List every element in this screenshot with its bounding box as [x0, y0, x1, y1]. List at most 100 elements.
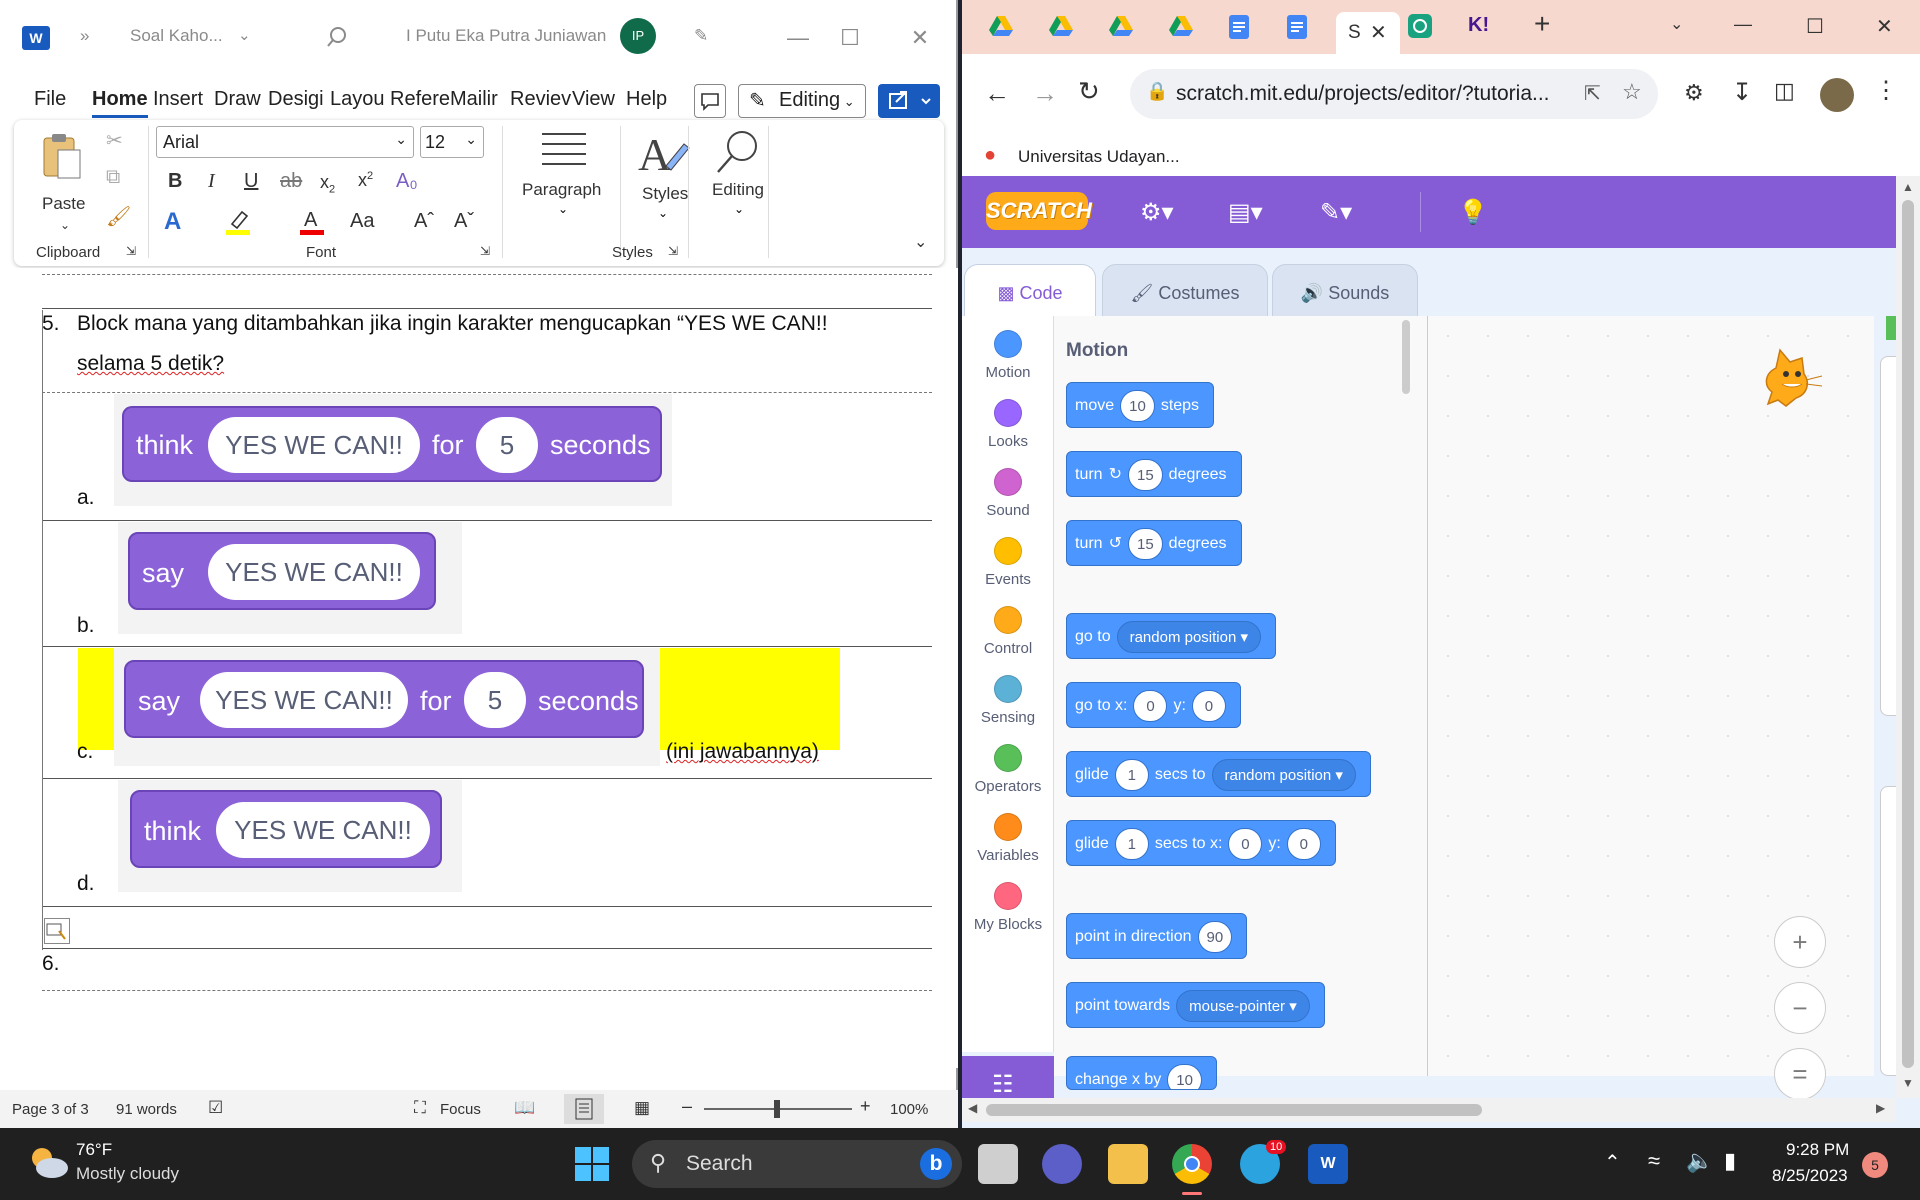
category-operators[interactable]: Operators — [962, 744, 1054, 795]
scrollbar-thumb[interactable] — [986, 1104, 1482, 1116]
font-size-dropdown[interactable]: 12 ⌄ — [420, 126, 484, 158]
weather-condition[interactable]: Mostly cloudy — [76, 1164, 179, 1184]
weather-cloud-icon[interactable] — [26, 1142, 70, 1182]
zoom-reset-button[interactable]: = — [1774, 1048, 1826, 1100]
menu-file[interactable]: File — [34, 88, 66, 111]
extensions-icon[interactable]: ⚙ — [1684, 80, 1704, 106]
direction-input[interactable]: 90 — [1197, 921, 1233, 953]
volume-icon[interactable]: 🔈 — [1686, 1148, 1713, 1174]
side-panel-icon[interactable]: ◫ — [1774, 78, 1795, 104]
scroll-up-icon[interactable]: ▲ — [1902, 180, 1914, 194]
bookmark-item[interactable]: Universitas Udayan... — [1018, 147, 1180, 167]
x-input[interactable]: 0 — [1133, 690, 1168, 722]
back-icon[interactable]: ← — [984, 78, 1010, 109]
menu-home[interactable]: Home — [92, 88, 148, 118]
notification-badge[interactable]: 5 — [1862, 1152, 1888, 1178]
focus-icon[interactable]: ⛶ — [414, 1098, 426, 1118]
category-sound[interactable]: Sound — [962, 468, 1054, 519]
vertical-scrollbar[interactable]: ▲ ▼ — [1896, 176, 1920, 1098]
menu-kebab-icon[interactable]: ⋮ — [1874, 76, 1898, 105]
change-case-icon[interactable]: Aa — [350, 210, 374, 233]
dialog-launcher-icon[interactable]: ⇲ — [480, 244, 490, 258]
menu-review[interactable]: Reviev — [510, 88, 571, 111]
designer-pen-icon[interactable]: ✎ — [694, 26, 708, 46]
more-commands-icon[interactable]: » — [80, 26, 89, 46]
format-painter-icon[interactable]: 🖌 — [106, 204, 131, 229]
close-tab-icon[interactable]: ✕ — [1370, 20, 1387, 45]
zoom-slider-thumb[interactable] — [774, 1100, 780, 1118]
highlight-icon[interactable] — [224, 206, 252, 236]
scroll-right-icon[interactable]: ▶ — [1876, 1101, 1885, 1115]
block-point-towards[interactable]: point towards mouse-pointer ▾ — [1066, 982, 1325, 1028]
close-button[interactable]: ✕ — [1876, 14, 1893, 46]
block-go-to[interactable]: go to random position ▾ — [1066, 613, 1277, 659]
word-count[interactable]: 91 words — [116, 1101, 177, 1118]
menu-layout[interactable]: Layou — [330, 88, 385, 111]
target-dropdown[interactable]: random position ▾ — [1116, 621, 1262, 653]
font-name-dropdown[interactable]: Arial ⌄ — [156, 126, 414, 158]
x-input[interactable]: 10 — [1167, 1064, 1202, 1089]
chrome-taskbar-icon[interactable] — [1172, 1144, 1212, 1184]
copy-icon[interactable]: ⧉ — [106, 166, 120, 189]
category-sensing[interactable]: Sensing — [962, 675, 1054, 726]
clock-time[interactable]: 9:28 PM — [1786, 1140, 1849, 1160]
menu-references[interactable]: Refere — [390, 88, 450, 111]
underline-icon[interactable]: U — [244, 170, 258, 193]
block-glide-to[interactable]: glide 1 secs to random position ▾ — [1066, 751, 1371, 797]
editing-mode-button[interactable]: ✎ Editing ⌄ — [738, 84, 866, 118]
scroll-down-icon[interactable]: ▼ — [1902, 1076, 1914, 1090]
font-color-icon[interactable]: A — [298, 206, 326, 236]
menu-draw[interactable]: Draw — [214, 88, 261, 111]
focus-label[interactable]: Focus — [440, 1101, 481, 1118]
teams-chat-icon[interactable] — [1042, 1144, 1082, 1184]
cut-icon[interactable]: ✂ — [106, 128, 123, 153]
wifi-icon[interactable]: ≈ — [1648, 1148, 1660, 1174]
collapse-ribbon-icon[interactable]: ⌄ — [914, 232, 927, 252]
comments-button[interactable] — [694, 84, 726, 118]
subscript-icon[interactable]: x2 — [320, 172, 335, 196]
battery-icon[interactable]: ▮ — [1724, 1148, 1736, 1174]
reload-icon[interactable]: ↻ — [1078, 76, 1100, 107]
block-move-steps[interactable]: move 10 steps — [1066, 382, 1215, 428]
category-events[interactable]: Events — [962, 537, 1054, 588]
horizontal-scrollbar[interactable]: ◀ ▶ — [962, 1098, 1896, 1122]
dialog-launcher-icon[interactable]: ⇲ — [126, 244, 136, 258]
share-button[interactable] — [878, 84, 940, 118]
palette-scrollbar[interactable] — [1402, 320, 1410, 394]
block-glide-to-xy[interactable]: glide 1 secs to x: 0 y: 0 — [1066, 820, 1336, 866]
secs-input[interactable]: 1 — [1114, 828, 1149, 860]
category-control[interactable]: Control — [962, 606, 1054, 657]
profile-avatar[interactable] — [1820, 78, 1854, 112]
tab-search-icon[interactable]: ⌄ — [1670, 14, 1683, 46]
word-taskbar-icon[interactable]: W — [1308, 1144, 1348, 1184]
x-input[interactable]: 0 — [1228, 828, 1263, 860]
scrollbar-thumb[interactable] — [1902, 200, 1914, 1068]
y-input[interactable]: 0 — [1286, 828, 1321, 860]
tab-google-drive-2[interactable] — [1048, 14, 1074, 46]
show-hidden-icons[interactable]: ⌃ — [1604, 1150, 1621, 1175]
zoom-in-button[interactable]: + — [860, 1096, 871, 1117]
clock-date[interactable]: 8/25/2023 — [1772, 1166, 1848, 1186]
menu-design[interactable]: Desigi — [268, 88, 324, 111]
new-tab-button[interactable]: + — [1534, 8, 1550, 40]
document-title[interactable]: Soal Kaho... — [130, 26, 223, 46]
file-explorer-icon[interactable] — [1108, 1144, 1148, 1184]
block-turn-left[interactable]: turn ↺ 15 degrees — [1066, 520, 1242, 566]
tab-google-drive-4[interactable] — [1168, 14, 1194, 46]
download-icon[interactable]: ↧ — [1732, 78, 1752, 107]
block-turn-right[interactable]: turn ↻ 15 degrees — [1066, 451, 1242, 497]
tab-google-docs-1[interactable] — [1228, 14, 1250, 46]
tab-kahoot[interactable]: K! — [1468, 14, 1489, 46]
share-icon[interactable]: ⇱ — [1584, 81, 1601, 106]
category-my-blocks[interactable]: My Blocks — [962, 882, 1054, 933]
bookmark-star-icon[interactable]: ☆ — [1622, 79, 1642, 105]
zoom-level[interactable]: 100% — [890, 1101, 928, 1118]
tab-code[interactable]: ▩ Code — [964, 264, 1096, 320]
category-looks[interactable]: Looks — [962, 399, 1054, 450]
block-go-to-xy[interactable]: go to x: 0 y: 0 — [1066, 682, 1241, 728]
steps-input[interactable]: 10 — [1120, 390, 1155, 422]
print-layout-button[interactable] — [564, 1094, 604, 1124]
taskbar-search[interactable]: ⚲ Search b — [632, 1140, 962, 1188]
category-motion[interactable]: Motion — [962, 330, 1054, 381]
minimize-button[interactable]: — — [778, 22, 818, 54]
